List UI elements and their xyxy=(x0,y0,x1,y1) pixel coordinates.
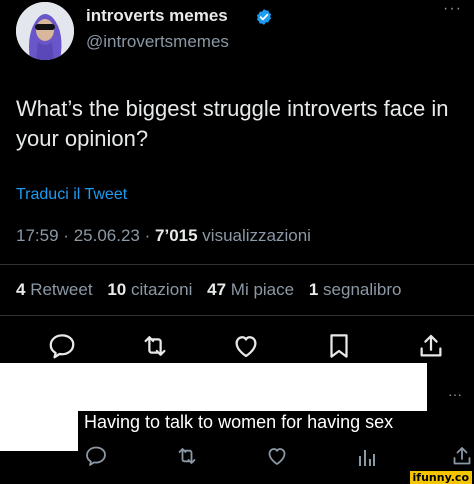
like-icon[interactable] xyxy=(265,444,289,468)
retweet-icon[interactable] xyxy=(175,444,199,468)
verified-badge-icon xyxy=(255,8,273,26)
divider xyxy=(0,315,474,316)
more-options-icon[interactable]: ··· xyxy=(443,0,462,18)
reply-icon[interactable] xyxy=(84,444,108,468)
reply-more-icon[interactable]: ··· xyxy=(448,386,462,402)
meta-separator: · xyxy=(63,226,69,245)
caption-white-block xyxy=(0,411,78,451)
author-handle[interactable]: @introvertsmemes xyxy=(86,32,229,52)
tweet-time: 17:59 xyxy=(16,226,59,245)
bookmarks-label: segnalibro xyxy=(323,280,402,299)
quotes-stat[interactable]: 10 citazioni xyxy=(107,280,192,299)
tweet-date: 25.06.23 xyxy=(73,226,140,245)
retweet-icon[interactable] xyxy=(140,331,170,361)
likes-stat[interactable]: 47 Mi piace xyxy=(207,280,294,299)
retweets-count: 4 xyxy=(16,280,26,299)
bookmarks-count: 1 xyxy=(308,280,319,299)
like-icon[interactable] xyxy=(231,331,261,361)
reply-text: Having to talk to women for having sex xyxy=(84,412,394,432)
views-count: 7’015 xyxy=(155,226,198,245)
reply-icon[interactable] xyxy=(47,331,77,361)
translate-link[interactable]: Traduci il Tweet xyxy=(16,186,127,204)
likes-count: 47 xyxy=(207,280,227,299)
tweet-stats: 4 Retweet 10 citazioni 47 Mi piace 1 seg… xyxy=(16,280,401,300)
views-icon[interactable] xyxy=(357,446,377,468)
views-label: visualizzazioni xyxy=(202,226,311,245)
bookmarks-stat[interactable]: 1 segnalibro xyxy=(309,280,402,299)
share-icon[interactable] xyxy=(416,331,446,361)
tweet-text: What’s the biggest struggle introverts f… xyxy=(16,96,449,151)
divider xyxy=(0,264,474,265)
tweet-meta: 17:59 · 25.06.23 · 7’015 visualizzazioni xyxy=(16,226,311,246)
likes-label: Mi piace xyxy=(230,280,295,299)
meta-separator: · xyxy=(144,226,151,245)
quotes-count: 10 xyxy=(107,280,127,299)
avatar[interactable] xyxy=(16,2,74,60)
watermark: ifunny.co xyxy=(409,471,472,484)
caption-white-block xyxy=(0,363,427,411)
retweets-label: Retweet xyxy=(30,280,93,299)
retweets-stat[interactable]: 4 Retweet xyxy=(16,280,93,299)
author-name[interactable]: introverts memes xyxy=(86,6,228,26)
bookmark-icon[interactable] xyxy=(324,331,354,361)
quotes-label: citazioni xyxy=(130,280,193,299)
share-icon[interactable] xyxy=(450,444,474,468)
